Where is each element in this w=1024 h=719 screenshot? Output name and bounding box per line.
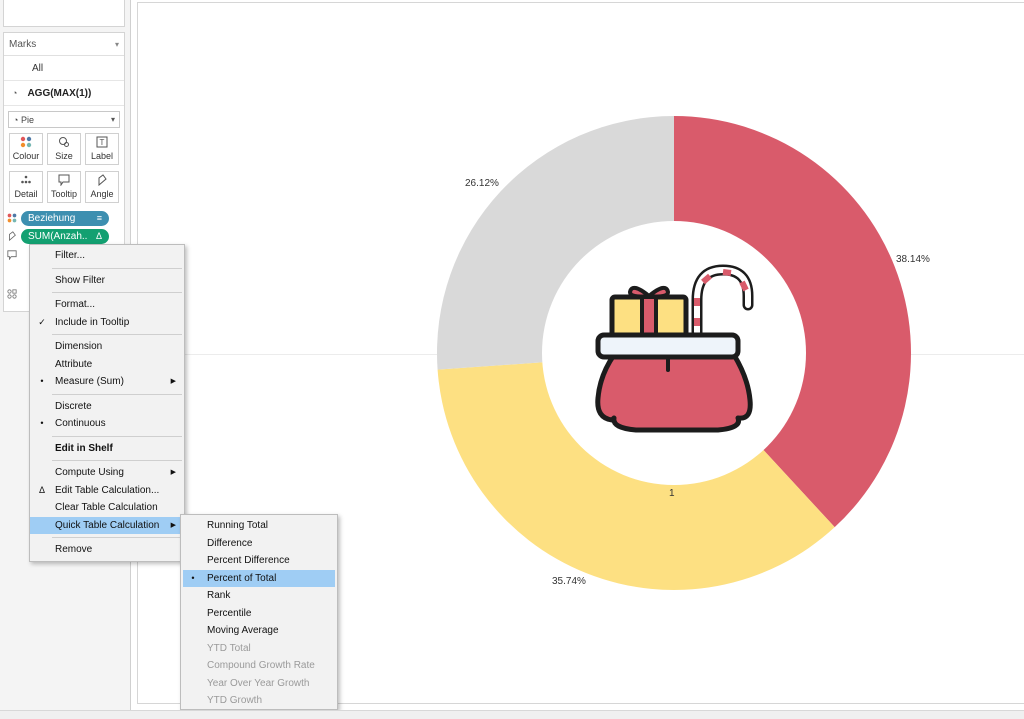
- bullet-icon: •: [40, 418, 44, 428]
- menu-item-label: Include in Tooltip: [55, 316, 130, 328]
- center-label: 1: [669, 488, 675, 499]
- slice-label-grey: 26.12%: [465, 178, 499, 189]
- submenu-item-ytd-total: YTD Total: [181, 640, 337, 658]
- menu-item-attribute[interactable]: Attribute: [30, 356, 184, 374]
- submenu-item-compound-growth-rate: Compound Growth Rate: [181, 657, 337, 675]
- menu-item-label: Format...: [55, 299, 96, 310]
- submenu-item-label: Percentile: [207, 607, 252, 619]
- menu-item-label: Quick Table Calculation: [55, 519, 160, 531]
- submenu-item-label: Running Total: [207, 520, 268, 531]
- menu-separator: [52, 334, 182, 335]
- submenu-item-label: Percent of Total: [207, 572, 277, 584]
- menu-item-label: Edit in Shelf: [55, 442, 113, 454]
- bullet-icon: •: [191, 572, 195, 583]
- submenu-item-label: YTD Growth: [207, 695, 263, 706]
- submenu-item-ytd-growth: YTD Growth: [181, 692, 337, 710]
- menu-item-remove[interactable]: Remove: [30, 541, 184, 559]
- menu-item-filter[interactable]: Filter...: [30, 247, 184, 265]
- submenu-item-label: Compound Growth Rate: [207, 660, 315, 671]
- menu-item-label: Clear Table Calculation: [55, 502, 158, 513]
- menu-item-label: Edit Table Calculation...: [55, 484, 160, 496]
- menu-item-label: Attribute: [55, 358, 93, 370]
- menu-separator: [52, 435, 182, 437]
- submenu-item-label: Moving Average: [207, 625, 279, 636]
- submenu-item-year-over-year-growth: Year Over Year Growth: [181, 675, 337, 693]
- menu-item-compute-using[interactable]: Compute Using ▶: [30, 464, 184, 482]
- submenu-arrow-icon: ▶: [170, 521, 176, 529]
- menu-item-clear-table-calculation[interactable]: Clear Table Calculation: [30, 499, 184, 517]
- checkmark-icon: ✓: [38, 316, 46, 327]
- submenu-item-running-total[interactable]: Running Total: [181, 517, 337, 535]
- menu-separator: [52, 267, 182, 269]
- menu-item-label: Show Filter: [55, 274, 106, 286]
- slice-label-yellow: 35.74%: [552, 576, 586, 587]
- menu-item-edit-in-shelf[interactable]: Edit in Shelf: [30, 440, 184, 458]
- menu-item-discrete[interactable]: Discrete: [30, 398, 184, 416]
- menu-item-label: Continuous: [55, 418, 106, 429]
- submenu-arrow-icon: ▶: [170, 469, 176, 476]
- menu-separator: [52, 460, 182, 461]
- menu-item-quick-table-calculation[interactable]: Quick Table Calculation ▶: [30, 516, 184, 534]
- menu-item-format[interactable]: Format...: [30, 296, 184, 314]
- menu-item-label: Compute Using: [55, 467, 124, 478]
- submenu-item-label: Rank: [207, 590, 231, 601]
- menu-separator: [52, 292, 182, 293]
- menu-item-measure-sum[interactable]: • Measure (Sum) ▶: [30, 373, 184, 391]
- submenu-item-difference[interactable]: Difference: [181, 535, 337, 553]
- menu-item-continuous[interactable]: • Continuous: [30, 415, 184, 433]
- menu-separator: [52, 537, 182, 538]
- submenu-item-percentile[interactable]: Percentile: [181, 605, 337, 623]
- menu-item-label: Remove: [55, 544, 93, 555]
- submenu-item-label: YTD Total: [207, 642, 251, 654]
- submenu-item-percent-of-total[interactable]: • Percent of Total: [183, 569, 335, 587]
- bullet-icon: •: [40, 376, 44, 386]
- pill-context-menu: Filter... Show Filter Format... ✓ Include in…: [29, 244, 185, 562]
- submenu-item-rank[interactable]: Rank: [181, 587, 337, 605]
- submenu-item-label: Percent Difference: [207, 555, 290, 566]
- submenu-item-percent-difference[interactable]: Percent Difference: [181, 552, 337, 570]
- menu-item-label: Discrete: [55, 400, 92, 412]
- menu-item-show-filter[interactable]: Show Filter: [30, 272, 184, 290]
- menu-item-edit-table-calculation[interactable]: Δ Edit Table Calculation...: [30, 482, 184, 500]
- submenu-item-label: Year Over Year Growth: [207, 677, 310, 689]
- submenu-item-label: Difference: [207, 537, 253, 549]
- menu-item-label: Filter...: [55, 250, 86, 261]
- delta-icon: Δ: [38, 484, 45, 495]
- quick-table-calculation-submenu: Running Total Difference Percent Differenc…: [180, 514, 338, 710]
- menu-item-label: Measure (Sum): [55, 376, 124, 387]
- menu-separator: [52, 393, 182, 395]
- menu-item-dimension[interactable]: Dimension: [30, 338, 184, 356]
- submenu-item-moving-average[interactable]: Moving Average: [181, 622, 337, 640]
- menu-item-include-in-tooltip[interactable]: ✓ Include in Tooltip: [30, 314, 184, 332]
- slice-label-red: 38.14%: [896, 254, 930, 265]
- menu-item-label: Dimension: [55, 341, 103, 352]
- submenu-arrow-icon: ▶: [170, 378, 176, 385]
